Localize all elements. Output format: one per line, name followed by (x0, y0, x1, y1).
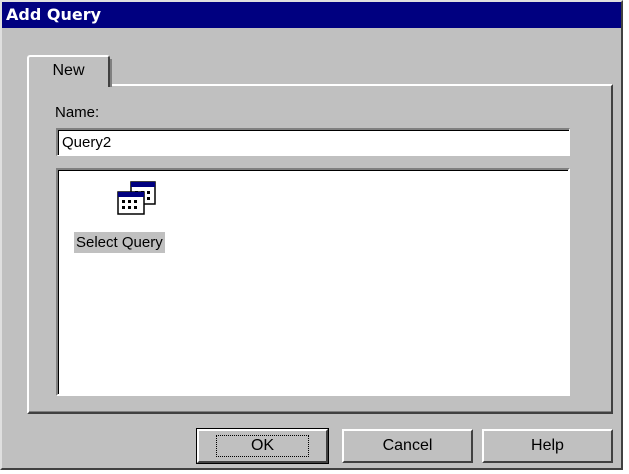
tab-label: New (52, 62, 85, 79)
help-button[interactable]: Help (482, 429, 613, 463)
query-type-list[interactable]: Select Query (56, 168, 570, 396)
name-input[interactable]: Query2 (56, 128, 570, 156)
title-bar[interactable]: Add Query (2, 2, 621, 28)
list-item-select-query[interactable]: Select Query (74, 178, 198, 254)
help-label: Help (531, 437, 564, 454)
ok-label: OK (215, 435, 310, 457)
cancel-label: Cancel (382, 437, 433, 454)
list-item-label: Select Query (74, 232, 165, 253)
ok-button[interactable]: OK (196, 428, 329, 464)
add-query-dialog: Add Query New Name: Query2 Select Query … (0, 0, 623, 470)
window-title: Add Query (6, 5, 102, 24)
cancel-button[interactable]: Cancel (342, 429, 473, 463)
select-query-icon (117, 181, 156, 215)
tab-new[interactable]: New (27, 55, 112, 87)
